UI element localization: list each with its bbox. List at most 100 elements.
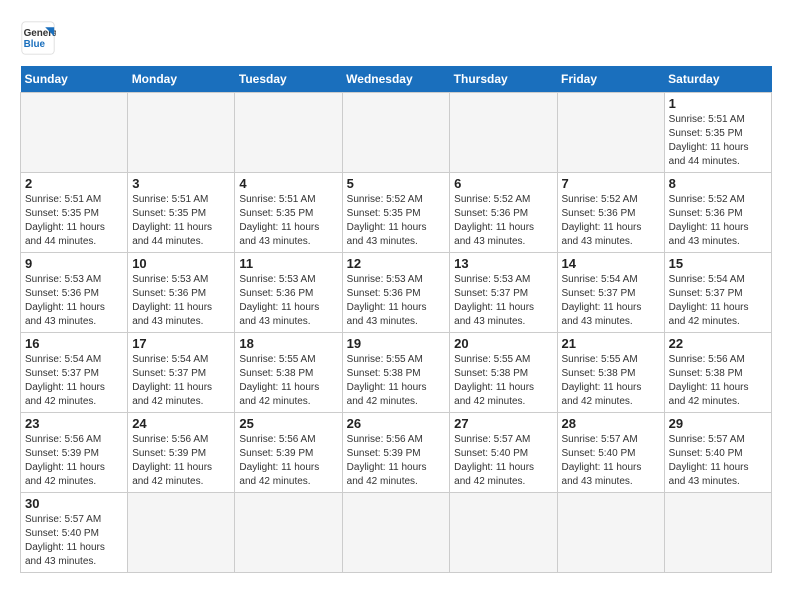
day-number: 6	[454, 176, 552, 191]
day-number: 21	[562, 336, 660, 351]
day-info: Sunrise: 5:53 AMSunset: 5:36 PMDaylight:…	[132, 273, 230, 329]
day-info: Sunrise: 5:53 AMSunset: 5:37 PMDaylight:…	[454, 273, 552, 329]
calendar-cell	[342, 493, 450, 573]
calendar-cell	[557, 493, 664, 573]
calendar-cell: 18 Sunrise: 5:55 AMSunset: 5:38 PMDayligh…	[235, 333, 342, 413]
day-info: Sunrise: 5:55 AMSunset: 5:38 PMDaylight:…	[562, 353, 660, 409]
calendar-cell: 19Sunrise: 5:55 AMSunset: 5:38 PMDayligh…	[342, 333, 450, 413]
day-info: Sunrise: 5:56 AMSunset: 5:39 PMDaylight:…	[25, 433, 123, 489]
calendar-cell	[128, 493, 235, 573]
calendar-week-1: 1Sunrise: 5:51 AMSunset: 5:35 PMDaylight…	[21, 93, 772, 173]
calendar-cell: 28Sunrise: 5:57 AMSunset: 5:40 PMDayligh…	[557, 413, 664, 493]
day-number: 26	[347, 416, 446, 431]
day-number: 25	[239, 416, 337, 431]
day-number: 28	[562, 416, 660, 431]
calendar-cell: 9 Sunrise: 5:53 AMSunset: 5:36 PMDaylight…	[21, 253, 128, 333]
day-info: Sunrise: 5:56 AMSunset: 5:39 PMDaylight:…	[347, 433, 446, 489]
calendar-cell: 27Sunrise: 5:57 AMSunset: 5:40 PMDayligh…	[450, 413, 557, 493]
day-number: 2	[25, 176, 123, 191]
calendar-week-3: 9 Sunrise: 5:53 AMSunset: 5:36 PMDaylight…	[21, 253, 772, 333]
calendar-cell: 6 Sunrise: 5:52 AMSunset: 5:36 PMDaylight…	[450, 173, 557, 253]
day-number: 7	[562, 176, 660, 191]
day-number: 8	[669, 176, 767, 191]
day-number: 4	[239, 176, 337, 191]
day-info: Sunrise: 5:56 AMSunset: 5:38 PMDaylight:…	[669, 353, 767, 409]
day-info: Sunrise: 5:51 AMSunset: 5:35 PMDaylight:…	[132, 193, 230, 249]
day-number: 24	[132, 416, 230, 431]
calendar-cell	[235, 493, 342, 573]
day-info: Sunrise: 5:55 AMSunset: 5:38 PMDaylight:…	[239, 353, 337, 409]
day-info: Sunrise: 5:52 AMSunset: 5:36 PMDaylight:…	[454, 193, 552, 249]
calendar-cell: 30 Sunrise: 5:57 AMSunset: 5:40 PMDayligh…	[21, 493, 128, 573]
weekday-header-thursday: Thursday	[450, 66, 557, 93]
calendar-cell: 16Sunrise: 5:54 AMSunset: 5:37 PMDayligh…	[21, 333, 128, 413]
calendar-cell: 24 Sunrise: 5:56 AMSunset: 5:39 PMDayligh…	[128, 413, 235, 493]
day-info: Sunrise: 5:57 AMSunset: 5:40 PMDaylight:…	[454, 433, 552, 489]
calendar-cell	[450, 93, 557, 173]
logo: General Blue	[20, 20, 56, 56]
day-number: 12	[347, 256, 446, 271]
day-info: Sunrise: 5:54 AMSunset: 5:37 PMDaylight:…	[669, 273, 767, 329]
calendar-cell: 17 Sunrise: 5:54 AMSunset: 5:37 PMDayligh…	[128, 333, 235, 413]
day-number: 10	[132, 256, 230, 271]
day-info: Sunrise: 5:54 AMSunset: 5:37 PMDaylight:…	[562, 273, 660, 329]
calendar-cell: 20Sunrise: 5:55 AMSunset: 5:38 PMDayligh…	[450, 333, 557, 413]
calendar-cell: 22Sunrise: 5:56 AMSunset: 5:38 PMDayligh…	[664, 333, 771, 413]
weekday-header-friday: Friday	[557, 66, 664, 93]
day-number: 15	[669, 256, 767, 271]
calendar-cell: 10 Sunrise: 5:53 AMSunset: 5:36 PMDayligh…	[128, 253, 235, 333]
calendar-table: SundayMondayTuesdayWednesdayThursdayFrid…	[20, 66, 772, 573]
calendar-cell: 29 Sunrise: 5:57 AMSunset: 5:40 PMDayligh…	[664, 413, 771, 493]
calendar-cell: 1Sunrise: 5:51 AMSunset: 5:35 PMDaylight…	[664, 93, 771, 173]
calendar-cell	[342, 93, 450, 173]
day-info: Sunrise: 5:56 AMSunset: 5:39 PMDaylight:…	[132, 433, 230, 489]
day-number: 3	[132, 176, 230, 191]
day-info: Sunrise: 5:51 AMSunset: 5:35 PMDaylight:…	[669, 113, 767, 169]
calendar-week-5: 23Sunrise: 5:56 AMSunset: 5:39 PMDayligh…	[21, 413, 772, 493]
calendar-cell: 15 Sunrise: 5:54 AMSunset: 5:37 PMDayligh…	[664, 253, 771, 333]
calendar-cell: 5 Sunrise: 5:52 AMSunset: 5:35 PMDaylight…	[342, 173, 450, 253]
calendar-cell: 3 Sunrise: 5:51 AMSunset: 5:35 PMDaylight…	[128, 173, 235, 253]
day-number: 14	[562, 256, 660, 271]
calendar-cell: 26 Sunrise: 5:56 AMSunset: 5:39 PMDayligh…	[342, 413, 450, 493]
weekday-header-row: SundayMondayTuesdayWednesdayThursdayFrid…	[21, 66, 772, 93]
day-info: Sunrise: 5:51 AMSunset: 5:35 PMDaylight:…	[239, 193, 337, 249]
day-info: Sunrise: 5:51 AMSunset: 5:35 PMDaylight:…	[25, 193, 123, 249]
calendar-cell	[21, 93, 128, 173]
calendar-cell	[235, 93, 342, 173]
day-number: 19	[347, 336, 446, 351]
day-number: 18	[239, 336, 337, 351]
day-number: 29	[669, 416, 767, 431]
day-info: Sunrise: 5:52 AMSunset: 5:36 PMDaylight:…	[562, 193, 660, 249]
calendar-cell	[557, 93, 664, 173]
calendar-cell: 11Sunrise: 5:53 AMSunset: 5:36 PMDayligh…	[235, 253, 342, 333]
day-number: 9	[25, 256, 123, 271]
calendar-cell: 8 Sunrise: 5:52 AMSunset: 5:36 PMDaylight…	[664, 173, 771, 253]
svg-text:Blue: Blue	[24, 39, 46, 50]
day-number: 30	[25, 496, 123, 511]
calendar-cell: 23Sunrise: 5:56 AMSunset: 5:39 PMDayligh…	[21, 413, 128, 493]
calendar-cell	[450, 493, 557, 573]
calendar-cell: 25 Sunrise: 5:56 AMSunset: 5:39 PMDayligh…	[235, 413, 342, 493]
calendar-week-4: 16 Sunrise: 5:54 AMSunset: 5:37 PMDayligh…	[21, 333, 772, 413]
calendar-cell	[664, 493, 771, 573]
day-info: Sunrise: 5:53 AMSunset: 5:36 PMDaylight:…	[25, 273, 123, 329]
calendar-cell	[128, 93, 235, 173]
day-info: Sunrise: 5:56 AMSunset: 5:39 PMDaylight:…	[239, 433, 337, 489]
calendar-cell: 4 Sunrise: 5:51 AMSunset: 5:35 PMDaylight…	[235, 173, 342, 253]
day-info: Sunrise: 5:57 AMSunset: 5:40 PMDaylight:…	[669, 433, 767, 489]
calendar-cell: 14 Sunrise: 5:54 AMSunset: 5:37 PMDayligh…	[557, 253, 664, 333]
day-info: Sunrise: 5:52 AMSunset: 5:36 PMDaylight:…	[669, 193, 767, 249]
weekday-header-sunday: Sunday	[21, 66, 128, 93]
weekday-header-wednesday: Wednesday	[342, 66, 450, 93]
day-number: 5	[347, 176, 446, 191]
day-number: 16	[25, 336, 123, 351]
day-number: 17	[132, 336, 230, 351]
day-info: Sunrise: 5:52 AMSunset: 5:35 PMDaylight:…	[347, 193, 446, 249]
calendar-cell: 13Sunrise: 5:53 AMSunset: 5:37 PMDayligh…	[450, 253, 557, 333]
day-info: Sunrise: 5:54 AMSunset: 5:37 PMDaylight:…	[132, 353, 230, 409]
weekday-header-monday: Monday	[128, 66, 235, 93]
day-info: Sunrise: 5:57 AMSunset: 5:40 PMDaylight:…	[25, 513, 123, 569]
calendar-cell: 2 Sunrise: 5:51 AMSunset: 5:35 PMDaylight…	[21, 173, 128, 253]
page-header: General Blue	[20, 20, 772, 56]
